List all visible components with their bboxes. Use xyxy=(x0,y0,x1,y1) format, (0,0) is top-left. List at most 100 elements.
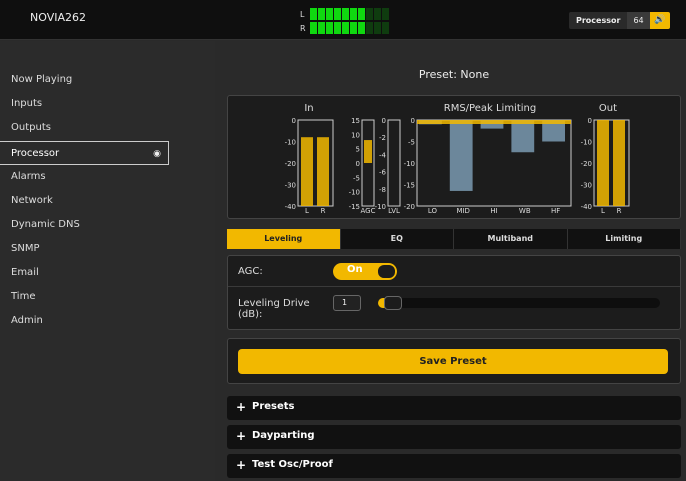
in-level-bar xyxy=(317,137,329,206)
limiting-top-bar xyxy=(417,120,571,124)
agc-toggle[interactable]: On xyxy=(333,263,397,280)
meter-panel: In RMS/Peak Limiting Out 0 -10 -20 -30 -40 L R 15 1… xyxy=(227,95,681,219)
sidebar-item-label: Time xyxy=(11,291,36,302)
processor-status[interactable]: Processor 64 🔊 xyxy=(569,12,670,29)
leveling-panel: AGC: On Leveling Drive (dB): 1 xyxy=(227,255,681,330)
lvl-tick-label: -8 xyxy=(379,186,386,194)
vu-segment xyxy=(358,22,365,34)
limiting-tick-label: -5 xyxy=(408,139,415,147)
limiting-tick-label: -10 xyxy=(404,160,415,168)
sidebar-item-label: Email xyxy=(11,267,39,278)
vu-channel-label: R xyxy=(300,23,306,33)
lvl-tick-label: -2 xyxy=(379,134,386,142)
vu-segment xyxy=(366,22,373,34)
agc-meter-label: AGC xyxy=(361,207,376,215)
meter-title-in: In xyxy=(304,103,313,114)
sidebar-item-admin[interactable]: Admin xyxy=(0,309,215,333)
limiting-band-bar xyxy=(511,120,535,153)
processor-label: Processor xyxy=(569,12,628,29)
tab-leveling[interactable]: Leveling xyxy=(227,229,341,249)
in-tick-label: 0 xyxy=(292,117,296,125)
sidebar-item-alarms[interactable]: Alarms xyxy=(0,165,215,189)
vu-segment xyxy=(382,22,389,34)
sidebar-item-time[interactable]: Time xyxy=(0,285,215,309)
tab-eq[interactable]: EQ xyxy=(341,229,454,249)
out-tick-label: -10 xyxy=(581,139,592,147)
save-panel: Save Preset xyxy=(227,338,681,384)
meter-title-out: Out xyxy=(599,103,617,114)
vu-meter-left: L xyxy=(300,8,390,20)
in-tick-label: -40 xyxy=(285,203,296,211)
meter-display: In RMS/Peak Limiting Out0-10-20-30-40 L R151… xyxy=(285,103,630,215)
sidebar-item-now-playing[interactable]: Now Playing xyxy=(0,68,215,92)
tab-multiband[interactable]: Multiband xyxy=(454,229,568,249)
preset-title: Preset: None xyxy=(418,68,490,81)
lvl-tick-label: -6 xyxy=(379,169,387,177)
speaker-icon[interactable]: 🔊 xyxy=(649,12,670,29)
in-tick-label: -20 xyxy=(285,160,296,168)
limiting-tick-label: -20 xyxy=(404,203,415,211)
vu-segment xyxy=(366,8,373,20)
sidebar-item-label: Dynamic DNS xyxy=(11,219,80,230)
sidebar-item-outputs[interactable]: Outputs xyxy=(0,116,215,140)
sidebar-item-processor[interactable]: Processor ◉ xyxy=(0,141,169,165)
vu-segment xyxy=(350,22,357,34)
out-channel-label: R xyxy=(617,207,622,215)
agc-tick-label: -10 xyxy=(349,189,360,197)
agc-level-bar xyxy=(364,140,372,163)
in-tick-label: -10 xyxy=(285,139,296,147)
sidebar-item-snmp[interactable]: SNMP xyxy=(0,237,215,261)
lvl-tick-label: 0 xyxy=(382,117,386,125)
accordion-test-osc-proof[interactable]: + Test Osc/Proof xyxy=(227,454,681,478)
sidebar: Now Playing Inputs Outputs Processor ◉ Al… xyxy=(0,41,215,481)
agc-tick-label: 5 xyxy=(356,146,360,154)
sidebar-item-label: Inputs xyxy=(11,98,43,109)
vu-segment xyxy=(318,22,325,34)
lvl-tick-label: -4 xyxy=(379,151,387,159)
limiting-band-label: WB xyxy=(519,207,531,215)
limiting-tick-label: 0 xyxy=(411,117,415,125)
plus-icon: + xyxy=(236,458,247,472)
sidebar-item-label: Admin xyxy=(11,315,43,326)
agc-tick-label: -15 xyxy=(349,203,360,211)
tab-limiting[interactable]: Limiting xyxy=(568,229,681,249)
vu-meter-right: R xyxy=(300,22,390,34)
accordion-dayparting[interactable]: + Dayparting xyxy=(227,425,681,449)
leveling-drive-label: Leveling Drive (dB): xyxy=(238,298,310,320)
limiting-band-label: HF xyxy=(551,207,560,215)
slider-thumb[interactable] xyxy=(383,296,402,310)
lvl-meter-frame xyxy=(387,119,401,207)
accordion-label: Test Osc/Proof xyxy=(252,459,333,470)
save-preset-button[interactable]: Save Preset xyxy=(238,349,668,374)
vu-segment xyxy=(318,8,325,20)
leveling-drive-value[interactable]: 1 xyxy=(333,295,361,311)
leveling-drive-slider[interactable] xyxy=(378,296,660,310)
accordion-presets[interactable]: + Presets xyxy=(227,396,681,420)
limiting-band-bar xyxy=(449,120,473,191)
vu-segment xyxy=(342,8,349,20)
sidebar-item-label: Alarms xyxy=(11,171,46,182)
sidebar-item-network[interactable]: Network xyxy=(0,189,215,213)
limiting-tick-label: -15 xyxy=(404,182,415,190)
vu-segment xyxy=(334,8,341,20)
toggle-knob xyxy=(377,264,396,279)
sidebar-item-label: Now Playing xyxy=(11,74,73,85)
out-tick-label: -30 xyxy=(581,182,592,190)
plus-icon: + xyxy=(236,429,247,443)
in-channel-label: L xyxy=(305,207,309,215)
limiting-band-label: LO xyxy=(428,207,438,215)
sidebar-item-dynamic-dns[interactable]: Dynamic DNS xyxy=(0,213,215,237)
agc-tick-label: 15 xyxy=(351,117,360,125)
out-tick-label: 0 xyxy=(588,117,592,125)
sidebar-item-inputs[interactable]: Inputs xyxy=(0,92,215,116)
meter-title-rms-peak: RMS/Peak Limiting xyxy=(444,103,536,114)
lvl-tick-label: -10 xyxy=(375,203,386,211)
agc-label: AGC: xyxy=(238,266,263,277)
lvl-meter-label: LVL xyxy=(388,207,400,215)
out-level-bar xyxy=(597,120,609,206)
out-tick-label: -40 xyxy=(581,203,592,211)
limiting-band-label: HI xyxy=(490,207,497,215)
vu-channel-label: L xyxy=(300,9,305,19)
sidebar-item-email[interactable]: Email xyxy=(0,261,215,285)
device-name: NOVIA262 xyxy=(30,11,86,24)
